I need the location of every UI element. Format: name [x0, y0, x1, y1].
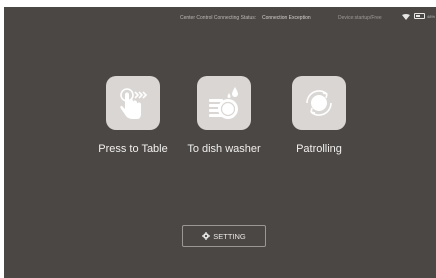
patrolling-button[interactable]: Patrolling: [279, 76, 359, 155]
patrolling-label: Patrolling: [296, 143, 342, 155]
battery-level: 48%: [427, 14, 436, 19]
press-to-table-icon-box: [106, 76, 160, 130]
dish-washer-icon: [209, 87, 238, 119]
wifi-icon: [402, 14, 410, 20]
status-bar: Center Control Connecting Status: Connec…: [4, 7, 436, 27]
patrol-icon: [306, 90, 332, 116]
hand-tap-icon: [120, 88, 148, 119]
setting-button[interactable]: SETTING: [182, 225, 266, 247]
press-to-table-label: Press to Table: [98, 143, 168, 155]
to-dish-washer-label: To dish washer: [187, 143, 261, 155]
connection-status-value: Connection Exception: [262, 15, 311, 21]
gear-icon: [202, 232, 211, 240]
battery-icon: [414, 13, 425, 19]
device-status: Device:startup/Free: [338, 15, 382, 21]
to-dish-washer-icon-box: [197, 76, 251, 130]
to-dish-washer-button[interactable]: To dish washer: [184, 76, 264, 155]
connection-status-label: Center Control Connecting Status:: [180, 15, 257, 21]
robot-screen: Center Control Connecting Status: Connec…: [4, 7, 436, 278]
setting-label: SETTING: [213, 231, 246, 241]
patrolling-icon-box: [292, 76, 346, 130]
press-to-table-button[interactable]: Press to Table: [93, 76, 173, 155]
